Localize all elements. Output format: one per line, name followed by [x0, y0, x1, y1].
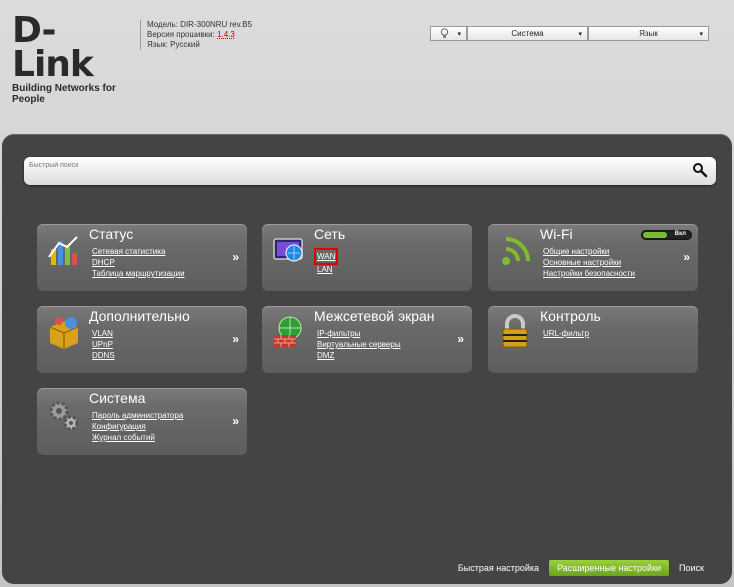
tips-dropdown[interactable]: ▾ [430, 26, 467, 41]
link-configuration[interactable]: Конфигурация [92, 421, 183, 432]
link-security-settings[interactable]: Настройки безопасности [543, 268, 635, 279]
link-general-settings[interactable]: Общие настройки [543, 246, 635, 257]
link-routing-table[interactable]: Таблица маршрутизации [92, 268, 185, 279]
tile-links: WAN LAN [313, 246, 339, 275]
tile-wifi: Wi-Fi Вкл Общие настройки Основные настр… [488, 224, 698, 291]
top-toolbar: ▾ Система ▾ Язык ▾ [430, 26, 709, 41]
model-value: DIR-300NRU rev.B5 [180, 20, 253, 29]
toggle-label: Вкл [674, 231, 686, 237]
tile-links: Общие настройки Основные настройки Настр… [543, 246, 635, 279]
link-dmz[interactable]: DMZ [317, 350, 401, 361]
tile-title: Система [89, 390, 146, 406]
link-url-filter[interactable]: URL-фильтр [543, 328, 589, 339]
header: D-Link Building Networks for People Моде… [0, 0, 734, 130]
link-ddns[interactable]: DDNS [92, 350, 115, 361]
chevron-down-icon: ▾ [457, 30, 461, 38]
system-menu[interactable]: Система ▾ [467, 26, 588, 41]
dlink-logo: D-Link Building Networks for People [12, 10, 134, 106]
firewall-globe-icon [274, 316, 302, 347]
expand-chevron-icon[interactable]: » [232, 332, 239, 346]
tile-title: Контроль [540, 308, 601, 324]
box-icon [49, 317, 79, 349]
language-menu-label: Язык [639, 29, 658, 38]
link-wan[interactable]: WAN [313, 248, 339, 265]
main-panel: Статус Сетевая статистика DHCP Таблица м… [2, 134, 732, 584]
device-info: Модель: DIR-300NRU rev.B5 Версия прошивк… [140, 20, 252, 50]
wifi-toggle[interactable]: Вкл [641, 230, 692, 240]
model-label: Модель: [147, 20, 178, 29]
padlock-icon [502, 314, 528, 348]
toggle-knob [643, 232, 667, 238]
tile-links: URL-фильтр [543, 328, 589, 339]
search-link[interactable]: Поиск [679, 563, 704, 573]
lightbulb-icon [440, 28, 449, 38]
link-basic-settings[interactable]: Основные настройки [543, 257, 635, 268]
tile-title: Wi-Fi [540, 226, 573, 242]
quick-search [24, 157, 716, 185]
language-menu[interactable]: Язык ▾ [588, 26, 709, 41]
logo-text: D-Link [12, 10, 94, 85]
search-icon[interactable] [692, 162, 708, 178]
quick-setup-link[interactable]: Быстрая настройка [458, 563, 539, 573]
tile-control: Контроль URL-фильтр [488, 306, 698, 373]
link-dhcp[interactable]: DHCP [92, 257, 185, 268]
expand-chevron-icon[interactable]: » [457, 332, 464, 346]
link-ip-filters[interactable]: IP-фильтры [317, 328, 401, 339]
firmware-line: Версия прошивки: 1.4.3 [147, 30, 252, 40]
search-input[interactable] [29, 159, 679, 171]
firmware-version[interactable]: 1.4.3 [217, 30, 235, 39]
link-admin-password[interactable]: Пароль администратора [92, 410, 183, 421]
chevron-down-icon: ▾ [699, 30, 703, 38]
firmware-label: Версия прошивки: [147, 30, 215, 39]
gears-icon [49, 401, 79, 431]
model-line: Модель: DIR-300NRU rev.B5 [147, 20, 252, 30]
tile-links: IP-фильтры Виртуальные серверы DMZ [317, 328, 401, 361]
tile-title: Дополнительно [89, 308, 190, 324]
expand-chevron-icon[interactable]: » [232, 414, 239, 428]
tile-links: Сетевая статистика DHCP Таблица маршрути… [92, 246, 185, 279]
wifi-icon [502, 237, 530, 265]
link-network-stats[interactable]: Сетевая статистика [92, 246, 185, 257]
tile-title: Межсетевой экран [314, 308, 435, 324]
logo-tagline: Building Networks for People [12, 83, 116, 105]
tile-network: Сеть WAN LAN » [262, 224, 472, 291]
advanced-settings-button[interactable]: Расширенные настройки [549, 560, 670, 576]
tile-system: Система Пароль администратора Конфигурац… [37, 388, 247, 455]
chevron-down-icon: ▾ [578, 30, 582, 38]
tile-links: Пароль администратора Конфигурация Журна… [92, 410, 183, 443]
expand-chevron-icon[interactable]: » [232, 250, 239, 264]
expand-chevron-icon[interactable]: » [683, 250, 690, 264]
language-label: Язык: [147, 40, 168, 49]
system-menu-label: Система [511, 29, 544, 38]
network-monitor-icon [273, 238, 303, 262]
tile-title: Статус [89, 226, 134, 242]
link-lan[interactable]: LAN [317, 264, 335, 275]
link-event-log[interactable]: Журнал событий [92, 432, 183, 443]
tile-links: VLAN UPnP DDNS [92, 328, 115, 361]
bottom-nav: Быстрая настройка Расширенные настройки … [448, 560, 704, 576]
tile-firewall: Межсетевой экран IP-фильтры Виртуальные … [262, 306, 472, 373]
language-value: Русский [170, 40, 200, 49]
tile-title: Сеть [314, 226, 346, 242]
link-upnp[interactable]: UPnP [92, 339, 115, 350]
language-line: Язык: Русский [147, 40, 252, 50]
tile-advanced: Дополнительно VLAN UPnP DDNS » [37, 306, 247, 373]
status-chart-icon [48, 236, 78, 265]
link-virtual-servers[interactable]: Виртуальные серверы [317, 339, 401, 350]
tile-status: Статус Сетевая статистика DHCP Таблица м… [37, 224, 247, 291]
link-vlan[interactable]: VLAN [92, 328, 115, 339]
